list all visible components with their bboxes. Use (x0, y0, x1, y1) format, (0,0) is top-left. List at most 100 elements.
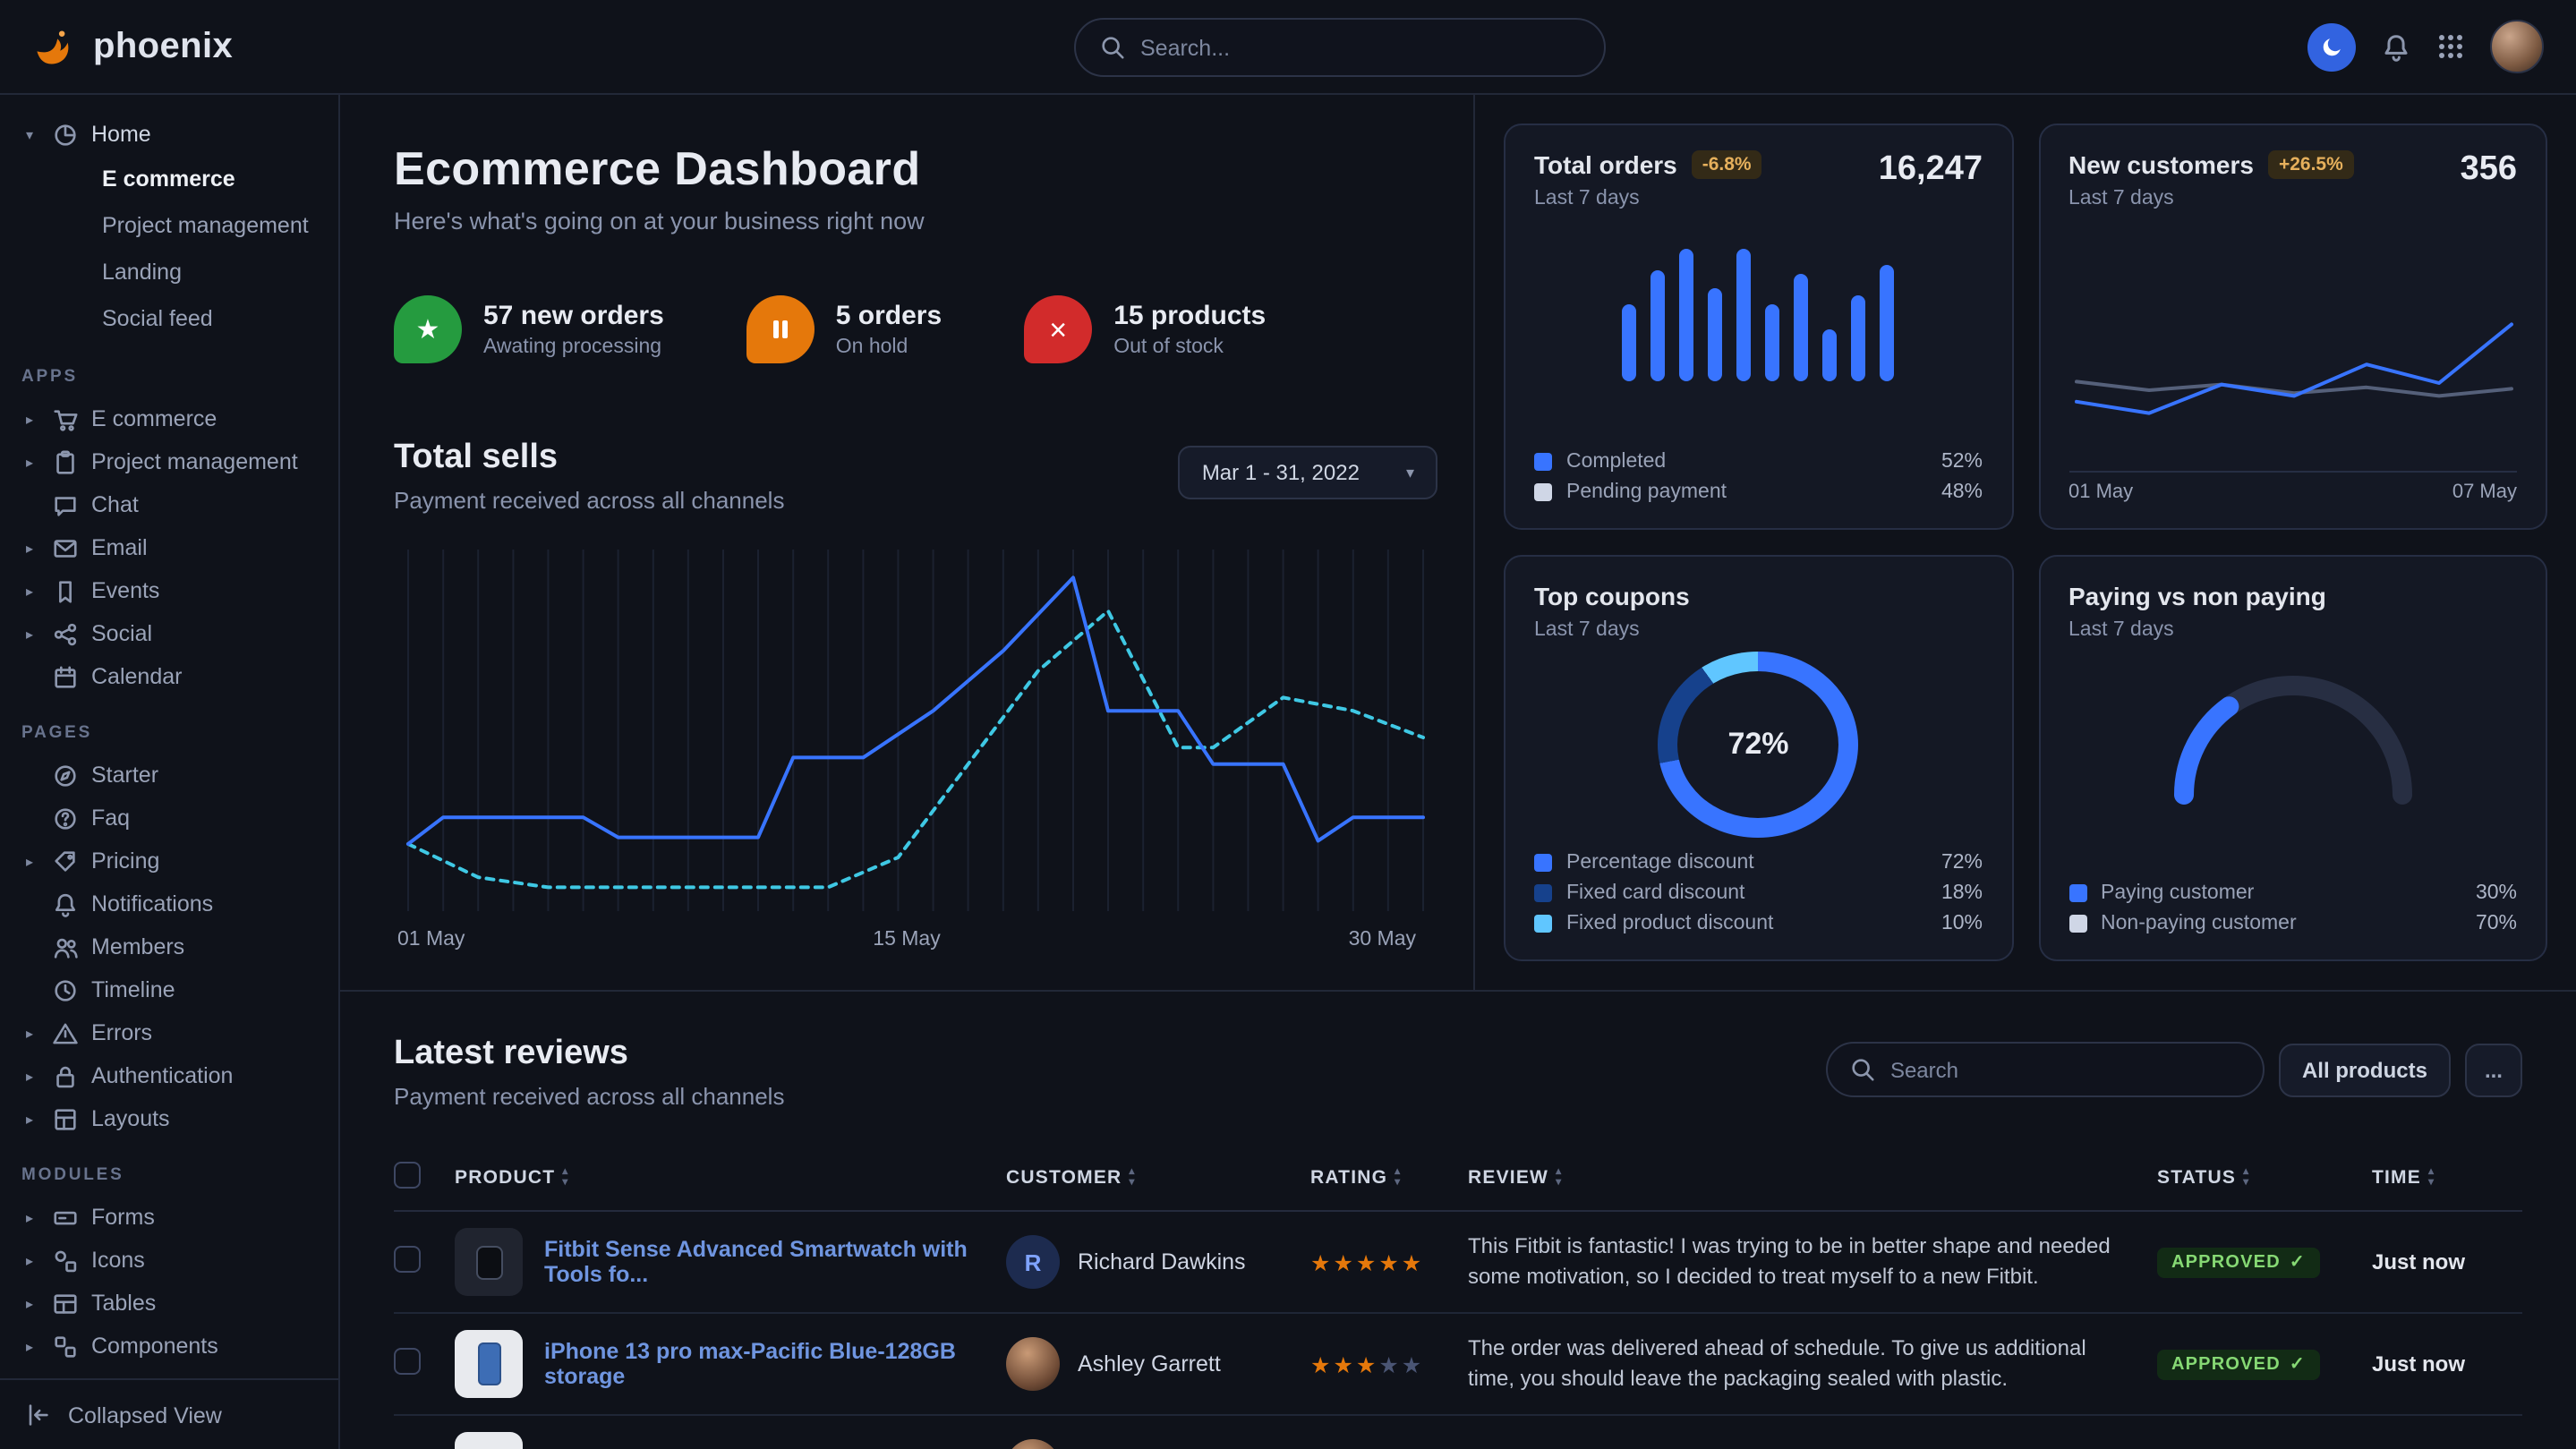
tag-icon (50, 848, 79, 874)
column-header-rating[interactable]: RATING▴▾ (1310, 1167, 1468, 1189)
legend-value: 52% (1941, 451, 1983, 473)
card-value: 356 (2461, 150, 2517, 190)
brand[interactable]: phoenix (32, 23, 233, 70)
clock-icon (50, 976, 79, 1003)
total-orders-card: Total orders -6.8% Last 7 days 16,247 Co… (1504, 124, 2013, 530)
legend-label: Fixed card discount (1566, 882, 1744, 904)
bell-icon[interactable] (2381, 31, 2411, 62)
star-icon: ★ (1402, 1352, 1424, 1377)
legend-swatch (2068, 884, 2086, 902)
components-icon (50, 1333, 79, 1360)
x-tick: 01 May (397, 929, 465, 950)
order-bar (1709, 289, 1723, 381)
share-icon (50, 620, 79, 647)
sort-icon: ▴▾ (562, 1168, 568, 1188)
sort-icon: ▴▾ (1395, 1168, 1401, 1188)
sidebar-item-pricing[interactable]: ▸ Pricing (0, 840, 338, 882)
page-subtitle: Here's what's going on at your business … (394, 208, 1437, 234)
column-header-customer[interactable]: CUSTOMER▴▾ (1006, 1167, 1310, 1189)
sidebar-item-authentication[interactable]: ▸ Authentication (0, 1054, 338, 1097)
dashboard-left-pane: Ecommerce Dashboard Here's what's going … (340, 95, 1473, 990)
sidebar-item-forms[interactable]: ▸ Forms (0, 1196, 338, 1239)
product-link[interactable]: Fitbit Sense Advanced Smartwatch with To… (544, 1237, 1006, 1287)
date-range-select[interactable]: Mar 1 - 31, 2022 ▾ (1179, 446, 1437, 499)
rating-stars: ★★★★★ (1310, 1249, 1468, 1275)
chevron-right-icon: ▸ (21, 1295, 38, 1311)
dashboard-cards: Total orders -6.8% Last 7 days 16,247 Co… (1473, 95, 2576, 990)
sidebar-item-project-management-app[interactable]: ▸ Project management (0, 440, 338, 483)
row-checkbox[interactable] (394, 1348, 421, 1375)
sidebar-item-calendar[interactable]: Calendar (0, 655, 338, 698)
stat-value: 57 new orders (483, 301, 664, 331)
sidebar-item-project-management[interactable]: Project management (0, 202, 338, 249)
sidebar-item-social-feed[interactable]: Social feed (0, 295, 338, 342)
reviews-search-input[interactable] (1890, 1057, 2241, 1082)
sidebar-item-errors[interactable]: ▸ Errors (0, 1011, 338, 1054)
theme-toggle-button[interactable] (2307, 22, 2356, 71)
sidebar-item-chat[interactable]: Chat (0, 483, 338, 526)
sidebar-item-components[interactable]: ▸ Components (0, 1325, 338, 1368)
sidebar-item-events[interactable]: ▸ Events (0, 569, 338, 612)
customer-avatar: R (1006, 1235, 1060, 1289)
sidebar-item-email[interactable]: ▸ Email (0, 526, 338, 569)
sidebar-item-label: Calendar (91, 664, 182, 689)
column-header-product[interactable]: PRODUCT▴▾ (455, 1167, 1006, 1189)
row-checkbox[interactable] (394, 1246, 421, 1273)
sidebar-item-icons[interactable]: ▸ Icons (0, 1239, 338, 1282)
order-bar (1623, 304, 1637, 381)
column-header-status[interactable]: STATUS▴▾ (2157, 1167, 2372, 1189)
sidebar-item-tables[interactable]: ▸ Tables (0, 1282, 338, 1325)
sidebar-item-ecommerce[interactable]: E commerce (0, 156, 338, 202)
column-header-time[interactable]: TIME▴▾ (2372, 1167, 2522, 1189)
sidebar-item-social[interactable]: ▸ Social (0, 612, 338, 655)
review-time: Just now (2372, 1351, 2522, 1377)
clipboard-icon (50, 448, 79, 475)
stat-new-orders: ★ 57 new orders Awating processing (394, 295, 664, 363)
stat-sub: On hold (836, 337, 942, 358)
sidebar-item-notifications[interactable]: Notifications (0, 882, 338, 925)
customer-name: Richard Dawkins (1078, 1249, 1246, 1274)
sidebar-item-timeline[interactable]: Timeline (0, 968, 338, 1011)
chevron-right-icon: ▸ (21, 853, 38, 869)
x-tick: 30 May (1349, 929, 1416, 950)
sidebar-item-label: Chat (91, 492, 139, 517)
legend-swatch (1534, 854, 1552, 872)
legend-value: 48% (1941, 482, 1983, 503)
star-icon: ★ (1333, 1352, 1355, 1377)
legend-item: Pending payment 48% (1534, 482, 1983, 503)
sidebar-item-members[interactable]: Members (0, 925, 338, 968)
star-icon: ★ (1402, 1250, 1424, 1275)
trend-badge: -6.8% (1692, 150, 1762, 179)
sidebar-item-label: Icons (91, 1248, 145, 1273)
total-sells-title: Total sells (394, 439, 784, 478)
status-badge: APPROVED✓ (2157, 1248, 2320, 1278)
sidebar-item-ecommerce-app[interactable]: ▸ E commerce (0, 397, 338, 440)
sidebar-item-landing[interactable]: Landing (0, 249, 338, 295)
search-input[interactable] (1140, 35, 1581, 60)
sidebar-item-faq[interactable]: Faq (0, 797, 338, 840)
column-header-review[interactable]: REVIEW▴▾ (1468, 1167, 2157, 1189)
select-all-checkbox[interactable] (394, 1162, 421, 1189)
all-products-button[interactable]: All products (2279, 1043, 2451, 1096)
legend-value: 10% (1941, 913, 1983, 934)
legend-label: Completed (1566, 451, 1666, 473)
question-icon (50, 805, 79, 831)
table-row: iPhone 13 pro max-Pacific Blue-128GB sto… (394, 1314, 2522, 1416)
top-navbar: phoenix (0, 0, 2576, 95)
sort-icon: ▴▾ (2243, 1168, 2249, 1188)
product-link[interactable]: iPhone 13 pro max-Pacific Blue-128GB sto… (544, 1339, 1006, 1389)
collapsed-view-button[interactable]: Collapsed View (0, 1378, 338, 1449)
sidebar-item-layouts[interactable]: ▸ Layouts (0, 1097, 338, 1140)
user-avatar[interactable] (2490, 20, 2544, 73)
stat-out-of-stock: × 15 products Out of stock (1024, 295, 1266, 363)
legend-value: 72% (1941, 852, 1983, 874)
sidebar-item-starter[interactable]: Starter (0, 754, 338, 797)
envelope-icon (50, 534, 79, 561)
sort-icon: ▴▾ (2428, 1168, 2435, 1188)
main-content: Ecommerce Dashboard Here's what's going … (340, 95, 2576, 1449)
new-customers-chart: 01 May 07 May (2068, 306, 2517, 503)
more-options-button[interactable]: ... (2465, 1043, 2522, 1096)
sidebar-item-home[interactable]: ▾ Home (0, 113, 338, 156)
apps-grid-icon[interactable] (2436, 32, 2465, 61)
legend-swatch (1534, 453, 1552, 471)
